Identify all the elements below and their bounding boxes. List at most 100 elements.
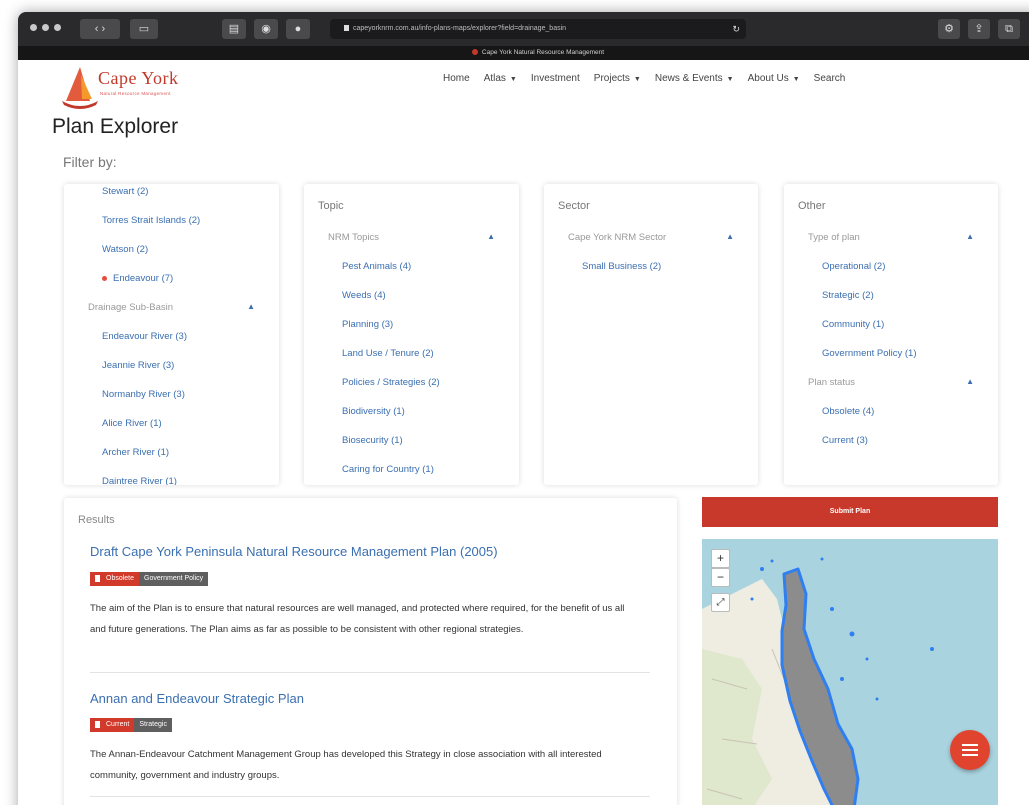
page-title: Plan Explorer [52, 115, 179, 138]
result-badges: Current Strategic [90, 718, 172, 732]
filter-label: Weeds (4) [342, 290, 386, 301]
chevron-up-icon: ▲ [966, 377, 974, 386]
chevron-up-icon: ▲ [726, 232, 734, 241]
filter-option[interactable]: Obsolete (4) [784, 406, 998, 417]
filter-label: Endeavour River (3) [102, 331, 188, 342]
shield-icon[interactable]: ● [286, 19, 310, 39]
filter-group-toggle[interactable]: Type of plan ▲ [784, 232, 998, 243]
filter-option[interactable]: Biodiversity (1) [304, 406, 519, 417]
filter-group-toggle[interactable]: Drainage Sub-Basin ▲ [64, 302, 279, 313]
filter-option[interactable]: Land Use / Tenure (2) [304, 348, 519, 359]
filter-option[interactable]: Current (3) [784, 435, 998, 446]
filter-option[interactable]: Strategic (2) [784, 290, 998, 301]
filter-option[interactable]: Normanby River (3) [64, 389, 279, 400]
nav-item-atlas[interactable]: Atlas ▼ [484, 73, 517, 84]
tab-title[interactable]: Cape York Natural Resource Management [482, 49, 604, 56]
fullscreen-icon[interactable]: ⤢ [711, 593, 730, 612]
filter-option[interactable]: Alice River (1) [64, 418, 279, 429]
filter-option[interactable]: Operational (2) [784, 261, 998, 272]
filter-option[interactable]: Biosecurity (1) [304, 435, 519, 446]
minimize-window-icon[interactable] [42, 24, 49, 31]
filter-option[interactable]: Stewart (2) [64, 186, 279, 197]
back-forward-icon[interactable]: ‹ › [80, 19, 120, 39]
nav-item-projects[interactable]: Projects ▼ [594, 73, 641, 84]
filter-group-toggle[interactable]: Plan status ▲ [784, 377, 998, 388]
filter-label: Alice River (1) [102, 418, 162, 429]
filter-option[interactable]: Small Business (2) [544, 261, 758, 272]
chevron-up-icon: ▲ [247, 302, 255, 311]
filter-option[interactable]: Caring for Country (1) [304, 464, 519, 475]
camera-icon[interactable]: ◉ [254, 19, 278, 39]
reload-icon[interactable]: ↻ [732, 19, 740, 39]
results-panel: Results Draft Cape York Peninsula Natura… [64, 498, 677, 805]
selected-bullet-icon [102, 275, 107, 281]
filter-option[interactable]: Pest Animals (4) [304, 261, 519, 272]
filter-panel-location: Stewart (2) Torres Strait Islands (2) Wats… [64, 184, 279, 485]
filter-label: Normanby River (3) [102, 389, 185, 400]
results-heading: Results [78, 514, 115, 526]
settings-icon[interactable]: ⚙ [938, 19, 960, 39]
filter-label: Policies / Strategies (2) [342, 377, 440, 388]
chevron-down-icon: ▼ [792, 76, 800, 83]
filter-label: Filter by: [63, 154, 117, 170]
filter-option[interactable]: Torres Strait Islands (2) [64, 215, 279, 226]
filter-option[interactable]: Policies / Strategies (2) [304, 377, 519, 388]
reader-icon[interactable]: ▤ [222, 19, 246, 39]
filter-option[interactable]: Community (1) [784, 319, 998, 330]
plan-map[interactable]: + − ⤢ [702, 539, 998, 805]
filter-label: Strategic (2) [822, 290, 874, 301]
filter-group-toggle[interactable]: Cape York NRM Sector ▲ [544, 232, 758, 243]
result-description: The aim of the Plan is to ensure that na… [90, 603, 625, 635]
filter-option[interactable]: Planning (3) [304, 319, 519, 330]
sidebar-icon[interactable]: ▭ [130, 19, 158, 39]
nav-item-investment[interactable]: Investment [531, 73, 580, 84]
filter-option[interactable]: Watson (2) [64, 244, 279, 255]
filter-label: Government Policy (1) [822, 348, 917, 359]
filter-option[interactable]: Daintree River (1) [64, 476, 279, 485]
chevron-up-icon: ▲ [966, 232, 974, 241]
browser-toolbar: ‹ › ▭ ▤ ◉ ● capeyorknrm.com.au/info-plan… [18, 12, 1029, 46]
maximize-window-icon[interactable] [54, 24, 61, 31]
map-canvas [702, 557, 934, 805]
nav-item-home[interactable]: Home [443, 73, 470, 84]
tabs-icon[interactable]: ⧉ [998, 19, 1020, 39]
filter-option[interactable]: Endeavour (7) [64, 273, 279, 284]
filter-label: Obsolete (4) [822, 406, 875, 417]
filter-label: Stewart (2) [102, 186, 149, 197]
menu-fab-button[interactable] [950, 730, 990, 770]
filter-group-toggle[interactable]: NRM Topics ▲ [304, 232, 519, 243]
filter-label: Planning (3) [342, 319, 394, 330]
filter-label: Biosecurity (1) [342, 435, 403, 446]
zoom-out-button[interactable]: − [711, 568, 730, 587]
close-window-icon[interactable] [30, 24, 37, 31]
logo-text: Cape York [98, 68, 179, 88]
address-bar[interactable]: capeyorknrm.com.au/info-plans-maps/explo… [330, 19, 746, 39]
result-title-link[interactable]: Draft Cape York Peninsula Natural Resour… [90, 544, 498, 559]
main-nav: Home Atlas ▼ Investment Projects ▼ News & Even… [443, 73, 859, 84]
status-badge: Current [90, 718, 135, 732]
zoom-in-button[interactable]: + [711, 549, 730, 568]
filter-option[interactable]: Government Policy (1) [784, 348, 998, 359]
result-divider [90, 672, 650, 673]
category-badge: Strategic [134, 718, 172, 732]
filter-label: Archer River (1) [102, 447, 170, 458]
url-text: capeyorknrm.com.au/info-plans-maps/explo… [353, 25, 567, 32]
nav-item-about-us[interactable]: About Us ▼ [748, 73, 800, 84]
filter-label: Plan status [808, 377, 855, 388]
filter-option[interactable]: Weeds (4) [304, 290, 519, 301]
result-title-link[interactable]: Annan and Endeavour Strategic Plan [90, 691, 304, 706]
logo-tagline: Natural Resource Management [100, 91, 171, 96]
filter-label: Cape York NRM Sector [568, 232, 667, 243]
share-icon[interactable]: ⇪ [968, 19, 990, 39]
site-content: Cape York Natural Resource Management Ho… [18, 60, 1029, 805]
nav-item-news-events[interactable]: News & Events ▼ [655, 73, 734, 84]
submit-plan-button[interactable]: Submit Plan [702, 497, 998, 527]
site-favicon-icon [471, 49, 478, 56]
nav-item-search[interactable]: Search [814, 73, 846, 84]
filter-label: Biodiversity (1) [342, 406, 405, 417]
filter-option[interactable]: Endeavour River (3) [64, 331, 279, 342]
filter-option[interactable]: Archer River (1) [64, 447, 279, 458]
site-logo[interactable]: Cape York Natural Resource Management [60, 65, 210, 109]
filter-option[interactable]: Jeannie River (3) [64, 360, 279, 371]
filter-label: Watson (2) [102, 244, 149, 255]
